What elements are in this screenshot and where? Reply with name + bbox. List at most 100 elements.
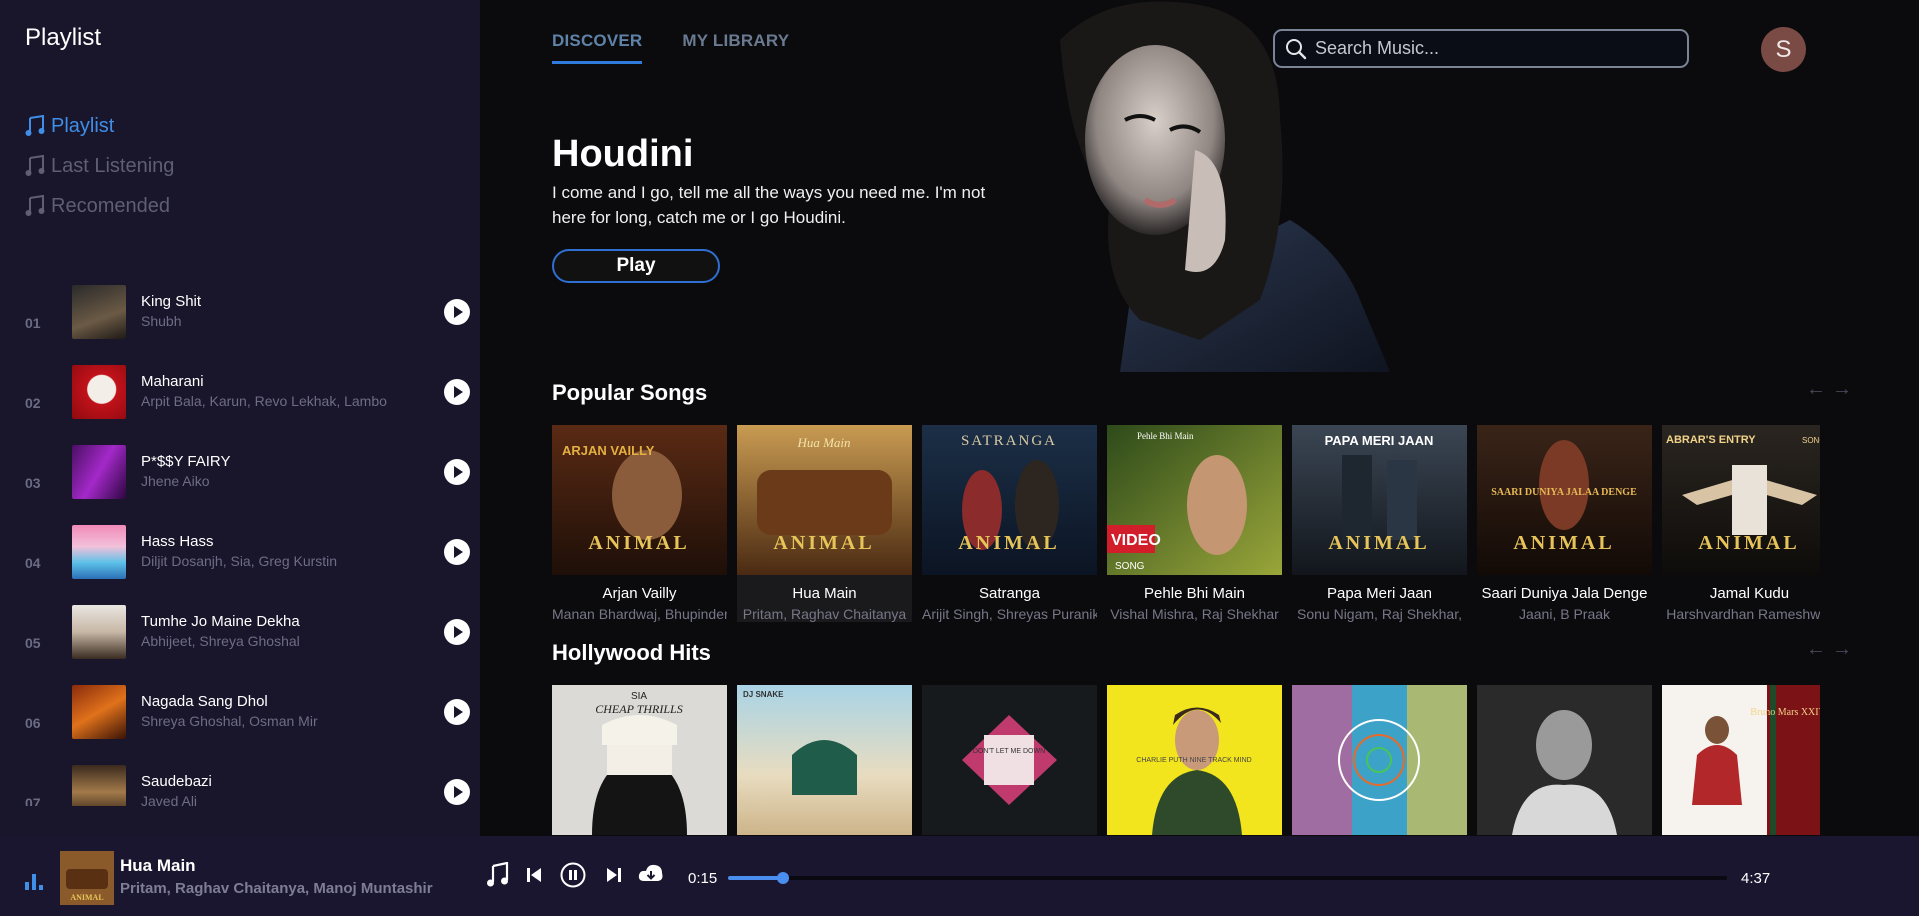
song-card[interactable]: SIA CHEAP THRILLS <box>552 685 727 835</box>
list-item[interactable]: 03 P*$$Y FAIRY Jhene Aiko <box>0 443 480 523</box>
popular-carousel-arrows: ← → <box>1806 378 1852 401</box>
album-cover: SAARI DUNIYA JALAA DENGE ANIMAL <box>1477 425 1652 575</box>
hero-play-button[interactable]: Play <box>552 249 720 283</box>
main-content: DISCOVER MY LIBRARY Houdini I come and I… <box>480 0 1919 836</box>
song-card[interactable]: ABRAR'S ENTRY SONG OUT NOW ANIMAL Jamal … <box>1662 425 1820 622</box>
search-icon <box>1286 38 1307 59</box>
now-playing-artist: Pritam, Raghav Chaitanya, Manoj Muntashi… <box>120 880 433 897</box>
download-icon[interactable] <box>638 863 664 885</box>
song-card-artist: Arijit Singh, Shreyas Puranik <box>922 606 1097 622</box>
list-item[interactable]: 06 Nagada Sang Dhol Shreya Ghoshal, Osma… <box>0 683 480 763</box>
hollywood-carousel-arrows: ← → <box>1806 638 1852 661</box>
tab-discover[interactable]: DISCOVER <box>552 31 643 64</box>
track-number: 07 <box>25 795 41 806</box>
song-card[interactable] <box>1292 685 1467 835</box>
song-title: Maharani <box>141 373 204 390</box>
cover-text: ANIMAL <box>1698 532 1799 554</box>
cover-text: ANIMAL <box>1328 532 1429 554</box>
play-button[interactable] <box>444 459 470 485</box>
song-artist: Javed Ali <box>141 793 198 806</box>
sidebar-item-playlist[interactable]: Playlist <box>25 106 174 146</box>
skip-previous-icon[interactable] <box>526 866 542 884</box>
song-artist: Abhijeet, Shreya Ghoshal <box>141 633 300 649</box>
hollywood-hits-shelf: SIA CHEAP THRILLS DJ SNAKE DON'T LET ME … <box>552 685 1820 835</box>
song-card[interactable] <box>1477 685 1652 835</box>
track-number: 01 <box>25 315 41 331</box>
arrow-left-icon[interactable]: ← <box>1806 378 1826 401</box>
album-cover: ARJAN VAILLY ANIMAL <box>552 425 727 575</box>
cover-text: SATRANGA <box>961 433 1057 449</box>
song-card[interactable]: SATRANGA ANIMAL Satranga Arijit Singh, S… <box>922 425 1097 622</box>
sidebar: Playlist Playlist Last Listening Recomen… <box>0 0 480 836</box>
play-button[interactable] <box>444 299 470 325</box>
list-item[interactable]: 04 Hass Hass Diljit Dosanjh, Sia, Greg K… <box>0 523 480 603</box>
play-button[interactable] <box>444 379 470 405</box>
list-item[interactable]: 07 Saudebazi Javed Ali <box>0 763 480 806</box>
song-title: Hass Hass <box>141 533 214 550</box>
play-button[interactable] <box>444 779 470 805</box>
song-artist: Jhene Aiko <box>141 473 210 489</box>
album-cover: SIA CHEAP THRILLS <box>552 685 727 835</box>
song-card-artist: Manan Bhardwaj, Bhupinder Babbal <box>552 606 727 622</box>
music-note-icon <box>25 115 45 136</box>
song-card-title: Saari Duniya Jala Denge <box>1481 585 1648 602</box>
song-card[interactable]: PAPA MERI JAAN ANIMAL Papa Meri Jaan Son… <box>1292 425 1467 622</box>
song-card[interactable]: DON'T LET ME DOWN <box>922 685 1097 835</box>
song-card-artist: Pritam, Raghav Chaitanya <box>742 606 907 622</box>
progress-slider[interactable] <box>728 872 1727 884</box>
album-cover <box>1292 685 1467 835</box>
list-item[interactable]: 05 Tumhe Jo Maine Dekha Abhijeet, Shreya… <box>0 603 480 683</box>
arrow-right-icon[interactable]: → <box>1832 638 1852 661</box>
song-card[interactable]: Pehle Bhi Main VIDEO SONG Pehle Bhi Main… <box>1107 425 1282 622</box>
arrow-left-icon[interactable]: ← <box>1806 638 1826 661</box>
search-bar[interactable] <box>1273 29 1689 68</box>
cover-text: Pehle Bhi Main <box>1137 431 1194 441</box>
album-cover: SATRANGA ANIMAL <box>922 425 1097 575</box>
popular-songs-shelf: ARJAN VAILLY ANIMAL Arjan Vailly Manan B… <box>552 425 1820 625</box>
album-cover: DJ SNAKE <box>737 685 912 835</box>
progress-fill <box>728 876 783 880</box>
album-cover: Pehle Bhi Main VIDEO SONG <box>1107 425 1282 575</box>
song-card[interactable]: ARJAN VAILLY ANIMAL Arjan Vailly Manan B… <box>552 425 727 622</box>
album-thumbnail <box>72 365 126 419</box>
sidebar-item-last-listening[interactable]: Last Listening <box>25 146 174 186</box>
song-title: Saudebazi <box>141 773 212 790</box>
cover-text: VIDEO <box>1111 532 1161 549</box>
hollywood-hits-title: Hollywood Hits <box>552 640 711 665</box>
list-item[interactable]: 02 Maharani Arpit Bala, Karun, Revo Lekh… <box>0 363 480 443</box>
play-button[interactable] <box>444 619 470 645</box>
cover-text: PAPA MERI JAAN <box>1325 433 1434 448</box>
list-item[interactable]: 01 King Shit Shubh <box>0 283 480 363</box>
hero-title: Houdini <box>552 133 694 175</box>
cover-text: SAARI DUNIYA JALAA DENGE <box>1491 487 1637 498</box>
play-button[interactable] <box>444 699 470 725</box>
tab-my-library[interactable]: MY LIBRARY <box>682 31 789 64</box>
album-cover: CHARLIE PUTH NINE TRACK MIND <box>1107 685 1282 835</box>
music-note-icon[interactable] <box>486 862 510 888</box>
search-input[interactable] <box>1315 38 1645 59</box>
arrow-right-icon[interactable]: → <box>1832 378 1852 401</box>
song-artist: Diljit Dosanjh, Sia, Greg Kurstin <box>141 553 338 569</box>
song-title: Tumhe Jo Maine Dekha <box>141 613 300 630</box>
skip-next-icon[interactable] <box>606 866 622 884</box>
song-card[interactable]: Bruno Mars XXIV Magic <box>1662 685 1820 835</box>
cover-text: ANIMAL <box>70 893 103 902</box>
play-button[interactable] <box>444 539 470 565</box>
cover-text: ANIMAL <box>588 532 689 554</box>
song-card[interactable]: Hua Main ANIMAL Hua Main Pritam, Raghav … <box>737 425 912 622</box>
cover-text: ABRAR'S ENTRY <box>1666 434 1756 446</box>
sidebar-item-recomended[interactable]: Recomended <box>25 186 174 226</box>
cover-text: ARJAN VAILLY <box>562 443 655 458</box>
pause-icon[interactable] <box>560 862 586 888</box>
album-cover <box>1477 685 1652 835</box>
song-card[interactable]: CHARLIE PUTH NINE TRACK MIND <box>1107 685 1282 835</box>
song-artist: Shubh <box>141 313 182 329</box>
song-card[interactable]: DJ SNAKE <box>737 685 912 835</box>
song-card[interactable]: SAARI DUNIYA JALAA DENGE ANIMAL Saari Du… <box>1477 425 1652 622</box>
progress-handle[interactable] <box>776 872 789 884</box>
song-card-artist: Vishal Mishra, Raj Shekhar <box>1110 606 1279 622</box>
avatar[interactable]: S <box>1761 27 1806 72</box>
music-app: Playlist Playlist Last Listening Recomen… <box>0 0 1919 916</box>
album-cover: ABRAR'S ENTRY SONG OUT NOW ANIMAL <box>1662 425 1820 575</box>
top-tabs: DISCOVER MY LIBRARY <box>552 31 789 64</box>
